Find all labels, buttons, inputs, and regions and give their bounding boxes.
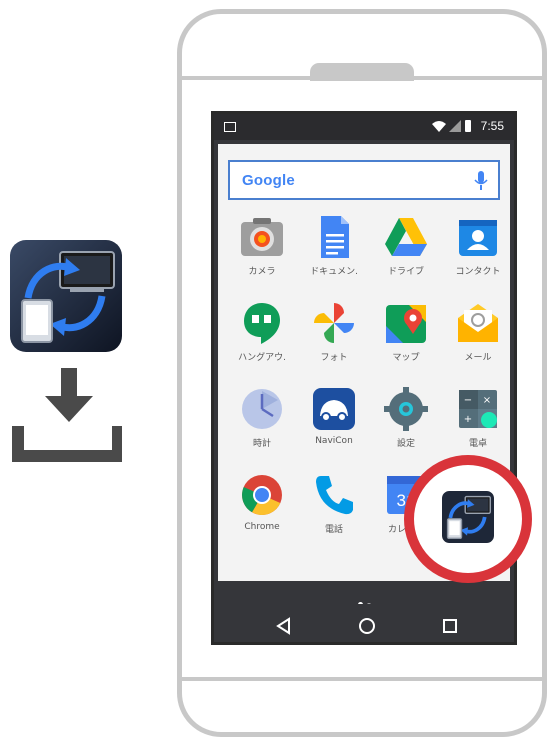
app-label: カメラ [248, 267, 276, 277]
camera-icon [241, 218, 283, 256]
page-indicator [214, 592, 514, 607]
app-label: Chrome [244, 522, 280, 532]
status-bar: 7:55 [214, 114, 514, 140]
app-label: マップ [392, 353, 420, 363]
app-drive[interactable]: ドライブ [370, 214, 442, 294]
app-chrome[interactable]: Chrome [226, 472, 298, 552]
phone-bottom-bezel-line [182, 677, 542, 681]
app-label: NaviCon [315, 436, 353, 446]
search-bar[interactable]: Google [228, 160, 500, 200]
screen-mirroring-app-icon [10, 240, 122, 352]
app-label: メール [464, 353, 492, 363]
app-contacts[interactable]: コンタクト [442, 214, 514, 294]
mic-icon[interactable] [474, 171, 488, 191]
svg-text:+: + [464, 414, 472, 425]
search-brand-text: Google [242, 172, 295, 189]
app-phone[interactable]: 電話 [298, 472, 370, 552]
app-label: 電卓 [468, 439, 487, 449]
photos-icon [314, 303, 354, 343]
svg-text:−: − [464, 395, 472, 406]
app-label: フォト [320, 353, 348, 363]
email-icon [458, 304, 498, 342]
screen-mirroring-app-icon [442, 491, 494, 543]
search-brand: Google [242, 172, 295, 189]
svg-text:×: × [483, 395, 491, 406]
navicon-icon [313, 388, 355, 430]
app-camera[interactable]: カメラ [226, 214, 298, 294]
app-label: コンタクト [455, 267, 501, 277]
calculator-icon: − × + [459, 390, 497, 428]
settings-icon [384, 387, 428, 431]
app-maps[interactable]: マップ [370, 300, 442, 380]
app-label: ドライブ [387, 267, 424, 277]
highlighted-app[interactable] [442, 491, 494, 543]
wifi-icon [432, 121, 446, 132]
chrome-icon [242, 475, 282, 515]
signal-icon [449, 120, 461, 132]
phone-icon [316, 476, 353, 515]
home-icon[interactable] [357, 616, 377, 636]
app-label: 時計 [252, 439, 271, 449]
app-photos[interactable]: フォト [298, 300, 370, 380]
battery-icon [465, 120, 471, 132]
app-label: 電話 [324, 525, 343, 535]
app-navicon[interactable]: NaviCon [298, 386, 370, 466]
app-clock[interactable]: 時計 [226, 386, 298, 466]
app-hangouts[interactable]: ハングアウ. [226, 300, 298, 380]
notification-image-icon [224, 122, 236, 132]
back-icon[interactable] [274, 616, 294, 636]
hangouts-icon [244, 303, 280, 344]
status-time: 7:55 [480, 119, 504, 133]
recents-icon[interactable] [440, 616, 460, 636]
docs-icon [321, 216, 349, 258]
app-email[interactable]: メール [442, 300, 514, 380]
drive-icon [385, 218, 427, 256]
maps-icon [386, 305, 426, 343]
app-calculator[interactable]: − × + 電卓 [442, 386, 514, 466]
app-label: ドキュメン. [310, 267, 358, 277]
app-settings[interactable]: 設定 [370, 386, 442, 466]
clock-icon [242, 389, 282, 429]
app-docs[interactable]: ドキュメン. [298, 214, 370, 294]
app-label: 設定 [396, 439, 415, 449]
highlight-circle [404, 455, 532, 583]
navigation-bar [214, 604, 514, 642]
download-icon [10, 368, 124, 464]
contacts-icon [459, 220, 497, 256]
app-label: ハングアウ. [238, 353, 286, 363]
phone-speaker [310, 63, 414, 81]
